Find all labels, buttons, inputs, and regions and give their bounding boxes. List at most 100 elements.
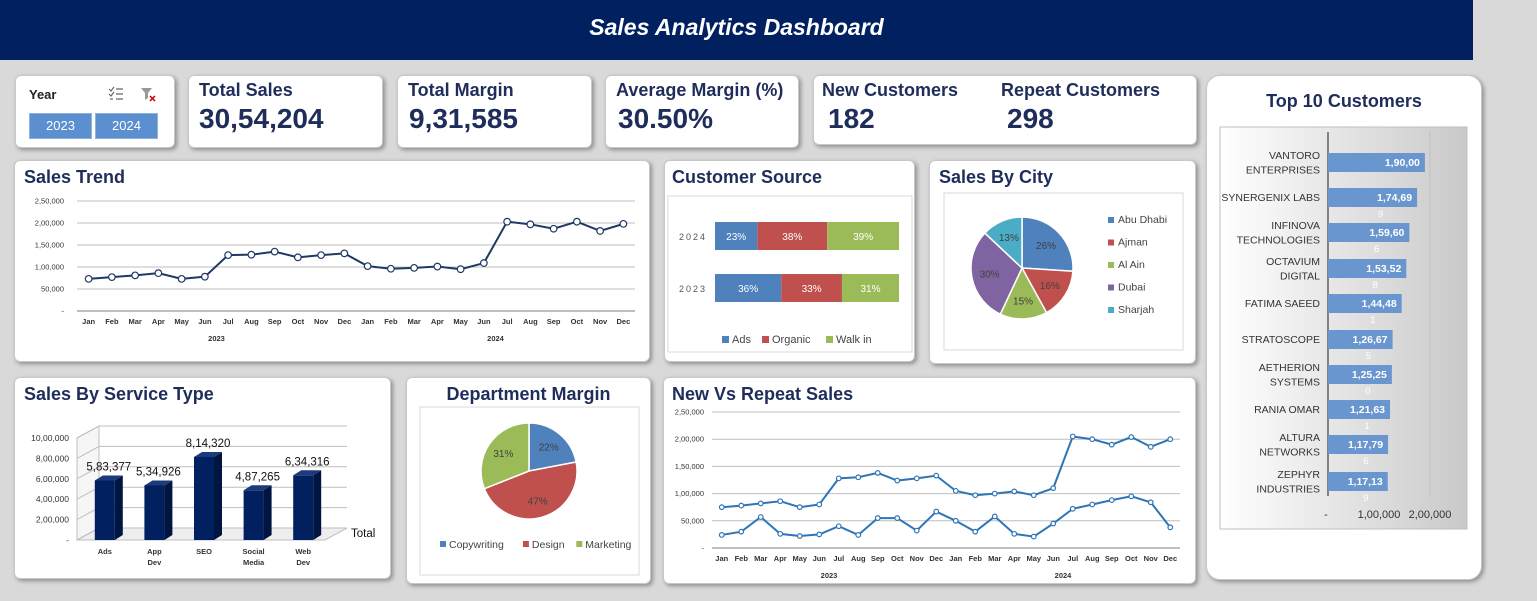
slicer-button-2024[interactable]: 2024 — [95, 113, 158, 139]
bar-data-label: 38% — [782, 232, 802, 243]
data-point — [913, 475, 920, 482]
bar-data-label: 33% — [802, 284, 822, 295]
y-tick-label: - — [66, 535, 69, 545]
year-label: 2024 — [487, 334, 505, 343]
bar-data-label-overflow: 8 — [1373, 280, 1378, 291]
pie-data-label: 30% — [980, 270, 1000, 281]
x-tick-label: Jan — [82, 317, 95, 326]
data-point — [933, 472, 940, 479]
x-tick-label: Nov — [314, 317, 329, 326]
x-tick-label: Jul — [833, 554, 844, 563]
data-point — [526, 220, 535, 229]
data-point — [952, 517, 959, 524]
data-point — [933, 508, 940, 515]
data-point — [549, 224, 558, 233]
pie-data-label: 13% — [999, 233, 1019, 244]
x-tick-label: Dev — [296, 558, 311, 567]
customers-card: New Customers 182 Repeat Customers 298 — [813, 75, 1197, 145]
y-tick-label: 50,000 — [681, 516, 704, 525]
data-point — [991, 513, 998, 520]
y-tick-label: 2,00,000 — [35, 219, 64, 228]
x-tick-label: Dec — [1163, 554, 1177, 563]
data-point — [972, 492, 979, 499]
bar-data-label: 39% — [853, 232, 873, 243]
bar-data-label: 1,17,79 — [1348, 439, 1383, 451]
dashboard-header: Sales Analytics Dashboard — [0, 0, 1473, 60]
x-tick-label: Dec — [337, 317, 351, 326]
bar-data-label: 1,21,63 — [1350, 404, 1385, 416]
category-label: AETHERION — [1259, 362, 1320, 374]
x-tick-label: Jul — [223, 317, 234, 326]
data-point — [874, 470, 881, 476]
bar — [243, 490, 264, 540]
data-point — [816, 531, 823, 538]
sales-by-city-card: Sales By City 26% 16% 15% 30% 13% Abu Dhabi Aj… — [929, 160, 1196, 364]
bar-side — [114, 475, 123, 540]
pie-data-label: 22% — [539, 443, 559, 454]
y-tick-label: 2,00,000 — [675, 435, 704, 444]
x-tick-label: Social — [243, 547, 265, 556]
data-point — [1030, 533, 1037, 540]
clear-filter-icon[interactable] — [140, 86, 156, 102]
data-point — [177, 274, 186, 283]
bar-side — [214, 451, 222, 540]
data-point — [293, 253, 302, 262]
x-tick-label: Jan — [715, 554, 728, 563]
x-tick-label: May — [1026, 554, 1041, 563]
bar-data-label: 31% — [860, 284, 880, 295]
bar-data-label-overflow: 6 — [1374, 244, 1379, 255]
service-type-chart: - 2,00,000 4,00,000 6,00,000 8,00,000 10,00,0… — [31, 425, 375, 567]
x-tick-label: Nov — [1144, 554, 1159, 563]
total-margin-label: Total Margin — [408, 80, 514, 100]
bar-data-label: 8,14,320 — [186, 438, 231, 450]
x-tick-label: May — [453, 317, 468, 326]
x-tick-label: Jul — [502, 317, 513, 326]
data-point — [1030, 492, 1037, 499]
avg-margin-label: Average Margin (%) — [616, 80, 784, 100]
legend-label: Marketing — [585, 539, 631, 551]
avg-margin-value: 30.50% — [618, 103, 713, 134]
category-label: INDUSTRIES — [1256, 484, 1320, 496]
data-point — [433, 262, 442, 271]
slicer-button-2023[interactable]: 2023 — [29, 113, 92, 139]
x-tick-label: SEO — [196, 547, 212, 556]
x-tick-label: Feb — [969, 554, 983, 563]
legend-label: Al Ain — [1118, 259, 1145, 271]
bar — [94, 480, 115, 540]
customer-source-card: Customer Source 2024 23% 38% 39% 2023 36% 33% 3… — [664, 160, 915, 362]
x-tick-label: Web — [295, 547, 311, 556]
bar-data-label: 23% — [726, 232, 746, 243]
y-tick-label: 1,00,000 — [35, 263, 64, 272]
legend-swatch — [1108, 307, 1114, 313]
x-tick-label: Mar — [407, 317, 420, 326]
customer-source-chart: 2024 23% 38% 39% 2023 36% 33% 31% Ads Organic Walk… — [667, 195, 913, 353]
total-sales-card: Total Sales 30,54,204 — [188, 75, 383, 148]
dept-margin-chart: 22% 47% 31% Copywriting Design Marketing — [419, 406, 640, 576]
data-point — [738, 528, 745, 535]
category-label: 2023 — [679, 284, 707, 294]
x-tick-label: Apr — [431, 317, 444, 326]
x-tick-label: Jun — [813, 554, 827, 563]
data-point — [894, 477, 901, 484]
data-point — [855, 532, 862, 538]
data-point — [1108, 497, 1115, 504]
service-type-card: Sales By Service Type -2,00,000 4,00,000 6… — [14, 377, 391, 579]
x-tick-label: Jan — [949, 554, 962, 563]
total-sales-value: 30,54,204 — [199, 103, 324, 134]
data-point — [1147, 443, 1154, 450]
x-tick-label: May — [174, 317, 189, 326]
legend-swatch — [1108, 239, 1114, 246]
x-tick-label: Feb — [384, 317, 398, 326]
data-point — [1167, 524, 1174, 531]
legend-label: Abu Dhabi — [1118, 214, 1167, 226]
bar-data-label-overflow: 0 — [1365, 386, 1370, 397]
pie-data-label: 16% — [1040, 281, 1060, 292]
bar-side — [164, 480, 173, 540]
y-tick-label: - — [62, 307, 65, 316]
data-point — [247, 250, 256, 259]
data-point — [340, 249, 349, 258]
multi-select-icon[interactable] — [108, 86, 124, 102]
data-point — [619, 219, 628, 228]
category-label: ENTERPRISES — [1246, 165, 1320, 177]
x-tick-label: Jun — [198, 317, 212, 326]
